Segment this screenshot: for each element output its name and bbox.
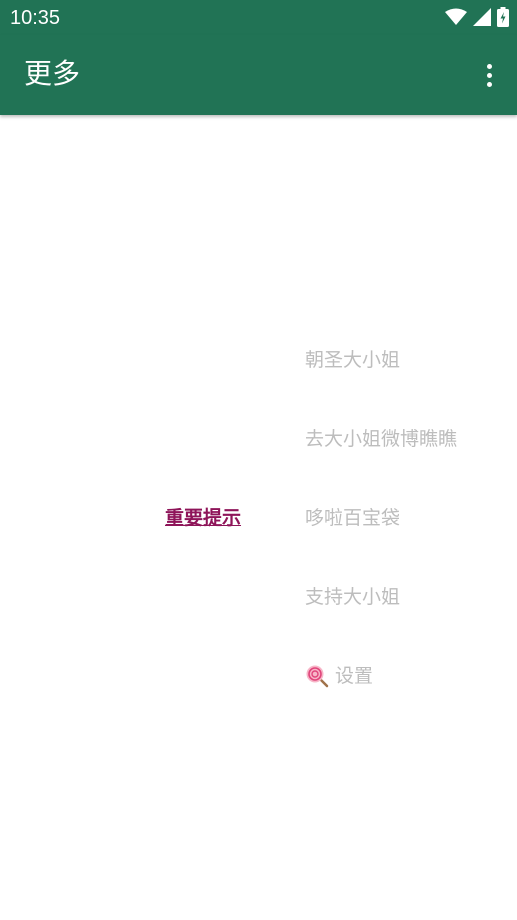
- cellular-signal-icon: [473, 8, 491, 26]
- more-vert-icon-dot: [486, 81, 492, 87]
- app-bar: 更多: [0, 35, 517, 115]
- menu-item-label: 支持大小姐: [305, 586, 401, 608]
- status-time: 10:35: [10, 7, 61, 29]
- more-options-button[interactable]: [479, 59, 499, 91]
- menu-item-label: 哆啦百宝袋: [305, 507, 401, 529]
- status-bar: 10:35: [0, 0, 517, 35]
- menu-item-settings[interactable]: 设置: [305, 664, 373, 688]
- menu-item-pilgrimage[interactable]: 朝圣大小姐: [305, 348, 400, 372]
- status-icons: [445, 7, 509, 27]
- menu-item-label: 朝圣大小姐: [305, 349, 401, 371]
- wifi-icon: [445, 8, 467, 25]
- menu-item-weibo[interactable]: 去大小姐微博瞧瞧: [305, 427, 457, 451]
- menu-item-treasure-bag[interactable]: 哆啦百宝袋: [305, 506, 400, 530]
- important-notice-link[interactable]: 重要提示: [165, 506, 241, 530]
- menu-item-support[interactable]: 支持大小姐: [305, 585, 400, 609]
- page-title: 更多: [24, 57, 81, 90]
- menu-item-label: 去大小姐微博瞧瞧: [305, 428, 458, 450]
- menu-item-label: 设置: [335, 665, 374, 687]
- more-vert-icon-dot: [486, 63, 492, 69]
- battery-charging-icon: [497, 7, 509, 27]
- more-vert-icon-dot: [486, 72, 492, 78]
- lollipop-icon: [306, 665, 329, 688]
